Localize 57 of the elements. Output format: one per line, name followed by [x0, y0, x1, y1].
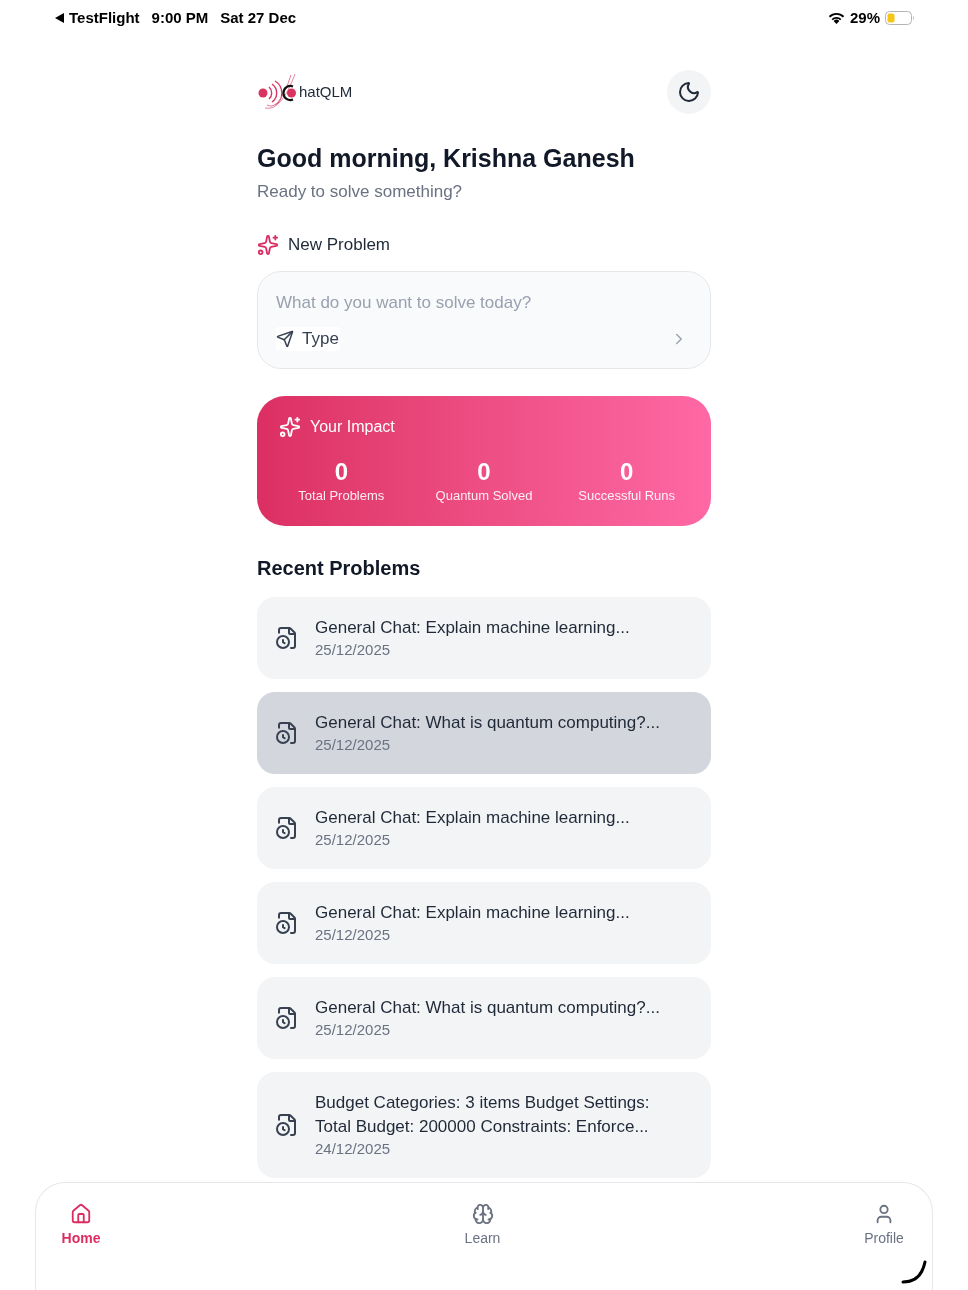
problem-input[interactable]: What do you want to solve today?	[276, 291, 688, 315]
arc-icon	[901, 1260, 927, 1284]
greeting-subtitle: Ready to solve something?	[257, 181, 464, 203]
stat-value: 0	[477, 458, 491, 486]
new-problem-label: New Problem	[288, 234, 391, 256]
file-clock-icon	[275, 1006, 299, 1030]
stat-label: Quantum Solved	[435, 487, 533, 505]
back-app-label[interactable]: TestFlight	[69, 6, 140, 30]
moon-icon	[677, 80, 701, 104]
recent-problem-item[interactable]: General Chat: What is quantum computing?... 25/12/2025	[257, 692, 711, 774]
stat-label: Successful Runs	[578, 487, 676, 505]
file-clock-icon	[275, 1113, 299, 1137]
stat-label: Total Problems	[298, 487, 385, 505]
problem-date: 25/12/2025	[315, 735, 392, 755]
recent-problems-heading: Recent Problems	[257, 556, 422, 581]
nav-tab[interactable]: Home	[51, 1203, 111, 1247]
problem-title: General Chat: Explain machine learning...	[315, 807, 630, 829]
file-clock-icon	[275, 911, 299, 935]
back-arrow-icon[interactable]	[55, 13, 64, 23]
recent-problem-item[interactable]: General Chat: Explain machine learning... 25/12/2025	[257, 882, 711, 964]
dark-mode-button[interactable]	[667, 70, 711, 114]
status-date: Sat 27 Dec	[220, 7, 297, 28]
recent-problem-item[interactable]: General Chat: What is quantum computing?... 25/12/2025	[257, 977, 711, 1059]
brain-icon	[471, 1203, 494, 1225]
problem-date: 25/12/2025	[315, 640, 392, 660]
battery-icon	[885, 11, 915, 25]
type-mode-button[interactable]: Type	[276, 327, 340, 351]
greeting-title: Good morning, Krishna Ganesh	[257, 143, 636, 174]
recent-problem-item[interactable]: General Chat: Explain machine learning... 25/12/2025	[257, 597, 711, 679]
nav-tab[interactable]: Learn	[452, 1203, 513, 1247]
file-clock-icon	[275, 816, 299, 840]
stat-value: 0	[334, 458, 348, 486]
problem-date: 24/12/2025	[315, 1139, 392, 1159]
recent-problem-item[interactable]: Budget Categories: 3 items Budget Settings: Total Budget: 200000 Constraints: Enforce... 24/12/2025	[257, 1072, 711, 1178]
impact-title: Your Impact	[310, 417, 395, 437]
recent-problem-item[interactable]: General Chat: Explain machine learning... 25/12/2025	[257, 787, 711, 869]
logo-icon	[257, 72, 298, 112]
status-time: 9:00 PM	[151, 7, 209, 28]
nav-tab[interactable]: Profile	[854, 1203, 914, 1247]
sparkles-icon	[257, 234, 279, 256]
home-icon	[70, 1203, 92, 1225]
wifi-icon	[827, 12, 845, 24]
problem-date: 25/12/2025	[315, 1020, 392, 1040]
file-clock-icon	[275, 626, 299, 650]
stat-value: 0	[620, 458, 634, 486]
problem-date: 25/12/2025	[315, 925, 392, 945]
problem-title: General Chat: Explain machine learning...	[315, 902, 630, 924]
problem-title: Budget Categories: 3 items Budget Settings: Total Budget: 200000 Constraints: Enforce...	[315, 1092, 651, 1138]
problem-title: General Chat: What is quantum computing?...	[315, 712, 660, 734]
send-icon	[276, 330, 294, 348]
problem-title: General Chat: What is quantum computing?...	[315, 997, 660, 1019]
file-clock-icon	[275, 721, 299, 745]
battery-percent: 29%	[849, 7, 880, 28]
logo-text: hatQLM	[299, 81, 353, 102]
problem-title: General Chat: Explain machine learning...	[315, 617, 630, 639]
sparkles-icon	[279, 416, 301, 438]
problem-date: 25/12/2025	[315, 830, 392, 850]
